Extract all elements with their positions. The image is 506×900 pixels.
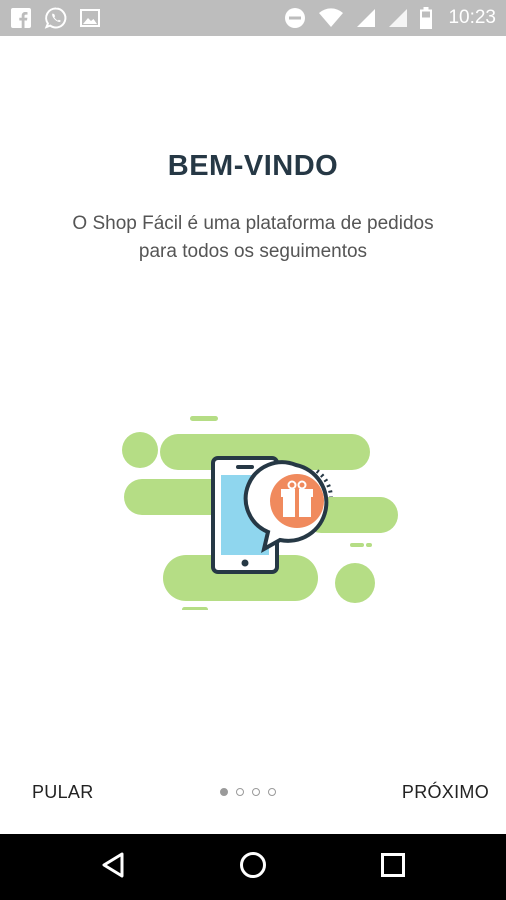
status-time: 10:23 bbox=[448, 7, 496, 28]
page-dot bbox=[236, 788, 244, 796]
signal-icon bbox=[388, 8, 408, 28]
back-icon bbox=[100, 851, 126, 884]
facebook-icon bbox=[10, 7, 32, 29]
back-button[interactable] bbox=[73, 834, 153, 900]
image-icon bbox=[80, 9, 100, 27]
page-dot-active bbox=[220, 788, 228, 796]
system-nav-bar bbox=[0, 834, 506, 900]
signal-icon bbox=[356, 8, 376, 28]
page-indicator bbox=[220, 788, 276, 796]
status-right-icons: 10:23 bbox=[284, 7, 496, 29]
page-title: BEM-VINDO bbox=[167, 150, 339, 182]
do-not-disturb-icon bbox=[284, 7, 306, 29]
home-icon bbox=[239, 851, 267, 884]
status-left-icons bbox=[10, 6, 100, 30]
page-dot bbox=[268, 788, 276, 796]
subtitle-line-1: O Shop Fácil é uma plataforma de pedidos bbox=[72, 213, 434, 234]
home-button[interactable] bbox=[213, 834, 293, 900]
status-bar: 10:23 bbox=[0, 0, 506, 36]
skip-button[interactable]: PULAR bbox=[32, 782, 94, 803]
page-dot bbox=[252, 788, 260, 796]
recents-icon bbox=[380, 852, 406, 883]
page-subtitle: O Shop Fácil é uma plataforma de pedidos… bbox=[30, 210, 476, 266]
subtitle-line-2: para todos os seguimentos bbox=[138, 241, 368, 262]
next-button[interactable]: PRÓXIMO bbox=[402, 782, 489, 803]
recents-button[interactable] bbox=[353, 834, 433, 900]
battery-icon bbox=[420, 7, 433, 29]
wifi-icon bbox=[318, 8, 344, 28]
whatsapp-icon bbox=[44, 6, 68, 30]
welcome-illustration bbox=[118, 415, 403, 612]
